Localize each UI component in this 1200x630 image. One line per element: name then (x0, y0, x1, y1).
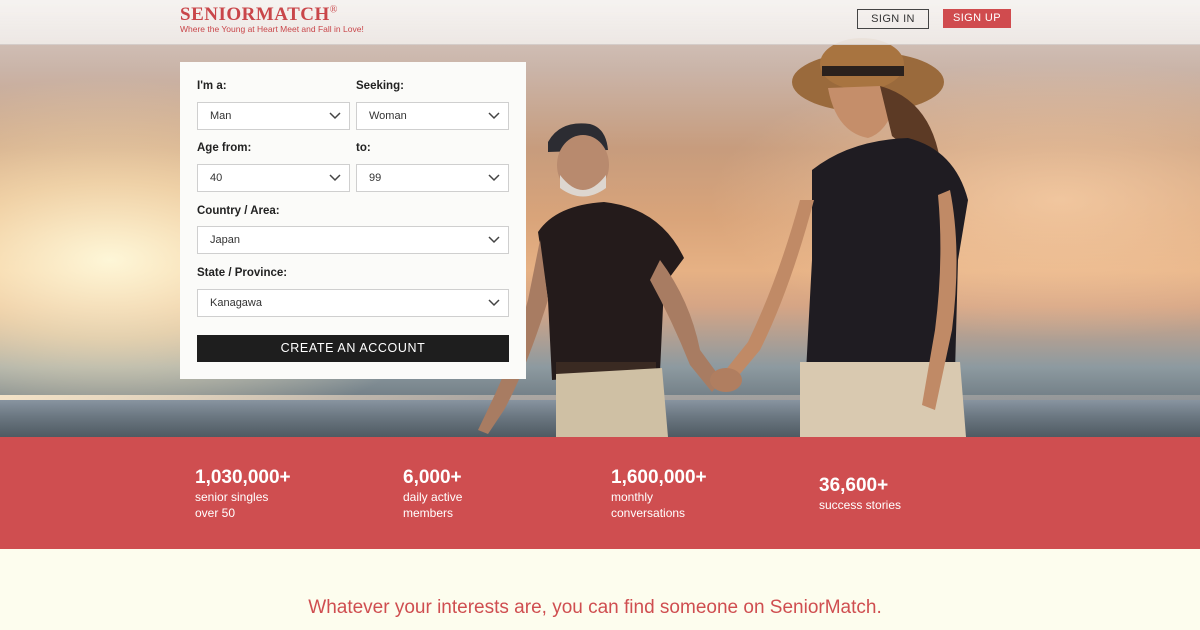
chevron-down-icon (329, 165, 341, 191)
im-a-label: I'm a: (197, 80, 227, 92)
registered-mark: ® (329, 4, 338, 16)
age-to-select[interactable]: 99 (356, 164, 509, 192)
stat-number: 1,600,000+ (611, 467, 707, 488)
stat-number: 36,600+ (819, 475, 889, 496)
stat-desc-line1: senior singles (195, 490, 269, 504)
state-select[interactable]: Kanagawa (197, 289, 509, 317)
chevron-down-icon (488, 165, 500, 191)
stat-desc-line1: daily active (403, 490, 463, 504)
interests-headline: Whatever your interests are, you can fin… (308, 597, 882, 618)
stat-daily-active: 6,000+ daily active members (403, 467, 513, 521)
seeking-select[interactable]: Woman (356, 102, 509, 130)
site-header: SENIORMATCH® Where the Young at Heart Me… (0, 0, 1200, 45)
stat-desc-line1: monthly (611, 490, 654, 504)
site-logo[interactable]: SENIORMATCH® (180, 4, 338, 26)
sign-up-button[interactable]: SIGN UP (943, 9, 1011, 28)
stat-desc-line1: success stories (819, 498, 902, 512)
stat-desc-line2: over 50 (195, 506, 236, 520)
stat-success-stories: 36,600+ success stories (819, 475, 929, 513)
seeking-value: Woman (369, 110, 407, 122)
state-label: State / Province: (197, 267, 288, 279)
stat-monthly-conversations: 1,600,000+ monthly conversations (611, 467, 721, 521)
signup-form: I'm a: Seeking: Man Woman Age from: to: … (180, 62, 526, 379)
chevron-down-icon (488, 103, 500, 129)
state-value: Kanagawa (210, 297, 262, 309)
stat-desc-line2: members (403, 506, 454, 520)
chevron-down-icon (329, 103, 341, 129)
stat-number: 6,000+ (403, 467, 462, 488)
country-select[interactable]: Japan (197, 226, 509, 254)
im-a-value: Man (210, 110, 232, 122)
interests-section: Whatever your interests are, you can fin… (0, 549, 1200, 630)
country-label: Country / Area: (197, 205, 280, 217)
sign-in-button[interactable]: SIGN IN (857, 9, 929, 29)
age-from-label: Age from: (197, 142, 252, 154)
age-to-label: to: (356, 142, 371, 154)
age-from-value: 40 (210, 172, 223, 184)
age-from-select[interactable]: 40 (197, 164, 350, 192)
logo-text: SENIORMATCH (180, 4, 330, 25)
stat-senior-singles: 1,030,000+ senior singles over 50 (195, 467, 305, 521)
chevron-down-icon (488, 290, 500, 316)
chevron-down-icon (488, 227, 500, 253)
age-to-value: 99 (369, 172, 382, 184)
stat-number: 1,030,000+ (195, 467, 291, 488)
seeking-label: Seeking: (356, 80, 404, 92)
stat-desc-line2: conversations (611, 506, 686, 520)
create-account-button[interactable]: CREATE AN ACCOUNT (197, 335, 509, 362)
stats-band: 1,030,000+ senior singles over 50 6,000+… (0, 437, 1200, 549)
country-value: Japan (210, 234, 240, 246)
im-a-select[interactable]: Man (197, 102, 350, 130)
tagline: Where the Young at Heart Meet and Fall i… (180, 24, 364, 34)
